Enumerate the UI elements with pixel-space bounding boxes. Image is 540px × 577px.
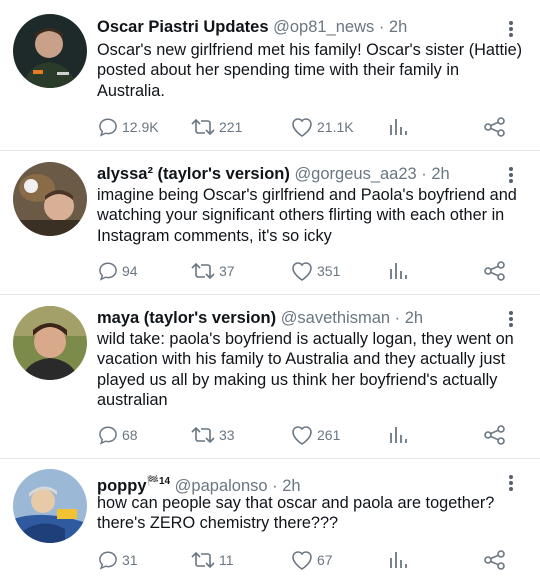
share-button[interactable]	[483, 259, 507, 283]
like-count: 351	[317, 263, 341, 279]
views-icon	[390, 552, 407, 568]
retweet-count: 37	[219, 263, 235, 279]
reply-count: 68	[122, 427, 138, 443]
display-name[interactable]: alyssa² (taylor's version)	[97, 165, 290, 183]
retweet-icon	[191, 118, 215, 136]
tweet-actions: 12.9K 221 21.1K	[0, 115, 540, 139]
reply-button[interactable]: 68	[97, 423, 138, 447]
retweet-icon	[191, 262, 215, 280]
views-icon	[390, 119, 407, 135]
like-icon	[292, 426, 312, 445]
tweet-header: alyssa² (taylor's version) @gorgeus_aa23…	[97, 165, 450, 183]
retweet-button[interactable]: 221	[190, 115, 242, 139]
tweet-header: Oscar Piastri Updates @op81_news · 2h	[97, 18, 408, 36]
retweet-count: 221	[219, 119, 243, 135]
avatar[interactable]	[13, 14, 87, 88]
share-icon	[484, 425, 505, 445]
views-button[interactable]	[388, 423, 408, 447]
like-count: 261	[317, 427, 341, 443]
like-button[interactable]: 351	[290, 259, 340, 283]
views-button[interactable]	[388, 115, 408, 139]
tweet[interactable]: alyssa² (taylor's version) @gorgeus_aa23…	[0, 151, 540, 294]
avatar[interactable]	[13, 162, 87, 236]
share-button[interactable]	[483, 548, 507, 572]
reply-icon	[99, 426, 117, 445]
reply-button[interactable]: 12.9K	[97, 115, 159, 139]
like-icon	[292, 551, 312, 570]
display-name[interactable]: Oscar Piastri Updates	[97, 18, 269, 36]
tweet-text: imagine being Oscar's girlfriend and Pao…	[97, 186, 517, 245]
retweet-count: 33	[219, 427, 235, 443]
share-icon	[484, 117, 505, 137]
share-icon	[484, 261, 505, 281]
views-button[interactable]	[388, 259, 408, 283]
more-icon[interactable]	[505, 165, 517, 185]
retweet-count: 11	[219, 552, 234, 568]
like-icon	[292, 262, 312, 281]
share-button[interactable]	[483, 115, 507, 139]
handle[interactable]: @op81_news	[273, 18, 374, 36]
display-name[interactable]: maya (taylor's version)	[97, 309, 276, 327]
like-icon	[292, 118, 312, 137]
reply-icon	[99, 551, 117, 570]
reply-icon	[99, 118, 117, 137]
reply-count: 94	[122, 263, 138, 279]
like-count: 21.1K	[317, 119, 354, 135]
tweet-text: Oscar's new girlfriend met his family! O…	[97, 41, 523, 100]
views-icon	[390, 263, 407, 279]
retweet-icon	[191, 426, 215, 444]
retweet-button[interactable]: 11	[190, 548, 234, 572]
avatar[interactable]	[13, 469, 87, 543]
tweet[interactable]: Oscar Piastri Updates @op81_news · 2h Os…	[0, 0, 540, 150]
like-button[interactable]: 21.1K	[290, 115, 354, 139]
avatar[interactable]	[13, 306, 87, 380]
tweet-actions: 94 37 351	[0, 259, 540, 283]
reply-icon	[99, 262, 117, 281]
share-icon	[484, 550, 505, 570]
timestamp[interactable]: 2h	[405, 309, 423, 327]
timestamp[interactable]: 2h	[431, 165, 449, 183]
retweet-button[interactable]: 37	[190, 259, 235, 283]
tweet-text: wild take: paola's boyfriend is actually…	[97, 330, 514, 410]
more-icon[interactable]	[505, 19, 517, 39]
reply-count: 31	[122, 552, 138, 568]
more-icon[interactable]	[505, 309, 517, 329]
timestamp[interactable]: 2h	[389, 18, 407, 36]
tweet-actions: 31 11 67	[0, 548, 540, 572]
handle[interactable]: @gorgeus_aa23	[294, 165, 416, 183]
like-button[interactable]: 261	[290, 423, 340, 447]
tweet-header: maya (taylor's version) @savethisman · 2…	[97, 309, 424, 327]
like-count: 67	[317, 552, 333, 568]
reply-count: 12.9K	[122, 119, 159, 135]
views-icon	[390, 427, 407, 443]
tweet-text: how can people say that oscar and paola …	[97, 494, 495, 533]
more-icon[interactable]	[505, 473, 517, 493]
like-button[interactable]: 67	[290, 548, 333, 572]
handle[interactable]: @savethisman	[281, 309, 390, 327]
reply-button[interactable]: 94	[97, 259, 138, 283]
reply-button[interactable]: 31	[97, 548, 138, 572]
share-button[interactable]	[483, 423, 507, 447]
tweet[interactable]: maya (taylor's version) @savethisman · 2…	[0, 295, 540, 458]
tweet-actions: 68 33 261	[0, 423, 540, 447]
flag-badge: 🏁14	[146, 476, 171, 487]
retweet-button[interactable]: 33	[190, 423, 235, 447]
tweet[interactable]: poppy🏁14 @papalonso · 2h how can people …	[0, 459, 540, 577]
retweet-icon	[191, 551, 215, 569]
views-button[interactable]	[388, 548, 408, 572]
